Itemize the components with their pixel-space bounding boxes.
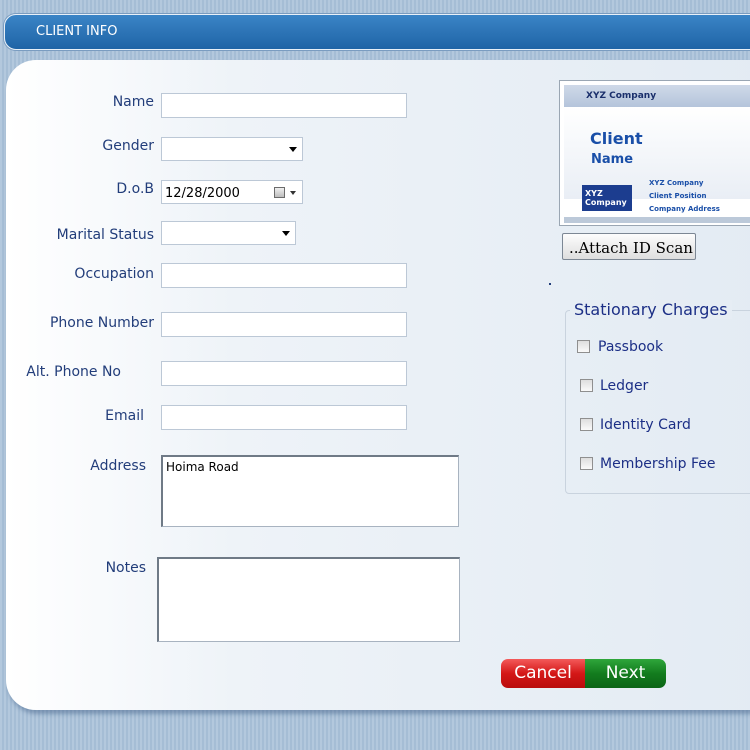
notes-textarea[interactable] — [157, 557, 460, 642]
marital-status-select[interactable] — [161, 221, 296, 245]
stationary-charges-title: Stationary Charges — [570, 300, 732, 319]
id-card-client: Client — [590, 129, 643, 148]
email-input[interactable] — [161, 405, 407, 430]
membership-fee-label: Membership Fee — [600, 456, 716, 472]
notes-label: Notes — [105, 560, 146, 576]
next-button[interactable]: Next — [585, 659, 666, 688]
phone-number-input[interactable] — [161, 312, 407, 337]
phone-number-label: Phone Number — [49, 315, 154, 331]
window-header: CLIENT INFO — [4, 14, 750, 50]
address-label: Address — [90, 458, 146, 474]
chevron-down-icon — [282, 231, 290, 236]
identity-card-label: Identity Card — [600, 417, 691, 433]
id-card-text-layer: Client Name XYZ Company XYZ Company Clie… — [559, 80, 750, 226]
dob-label: D.o.B — [116, 181, 154, 197]
chevron-down-icon — [290, 191, 296, 195]
email-label: Email — [105, 408, 144, 424]
cancel-button[interactable]: Cancel — [501, 659, 585, 688]
identity-card-checkbox[interactable] — [580, 418, 593, 431]
passbook-label: Passbook — [598, 339, 664, 355]
id-card-name: Name — [591, 152, 634, 167]
gender-label: Gender — [102, 138, 154, 154]
id-card-info-address: Company Address — [649, 205, 720, 213]
marital-status-label: Marital Status — [56, 227, 154, 243]
chevron-down-icon — [289, 147, 297, 152]
alt-phone-label: Alt. Phone No — [26, 364, 121, 380]
dob-value: 12/28/2000 — [165, 186, 240, 201]
ledger-checkbox[interactable] — [580, 379, 593, 392]
alt-phone-input[interactable] — [161, 361, 407, 386]
passbook-checkbox[interactable] — [577, 340, 590, 353]
membership-fee-checkbox[interactable] — [580, 457, 593, 470]
occupation-label: Occupation — [74, 266, 154, 282]
dob-date-picker[interactable]: 12/28/2000 — [161, 180, 303, 204]
name-input[interactable] — [161, 93, 407, 118]
gender-select[interactable] — [161, 137, 303, 161]
ledger-label: Ledger — [600, 378, 649, 394]
id-card-info-company: XYZ Company — [649, 179, 704, 187]
address-textarea[interactable]: Hoima Road — [161, 455, 459, 527]
dot-marker — [549, 283, 551, 285]
page-title: CLIENT INFO — [36, 24, 118, 39]
calendar-icon[interactable] — [274, 187, 285, 198]
id-card-logo-line1: XYZ — [585, 189, 603, 198]
id-card-info-position: Client Position — [649, 192, 707, 200]
occupation-input[interactable] — [161, 263, 407, 288]
name-label: Name — [112, 94, 154, 110]
id-card-logo: XYZ Company — [582, 185, 632, 211]
id-card-logo-line2: Company — [585, 198, 627, 207]
attach-id-scan-button[interactable]: ..Attach ID Scan — [562, 233, 696, 260]
